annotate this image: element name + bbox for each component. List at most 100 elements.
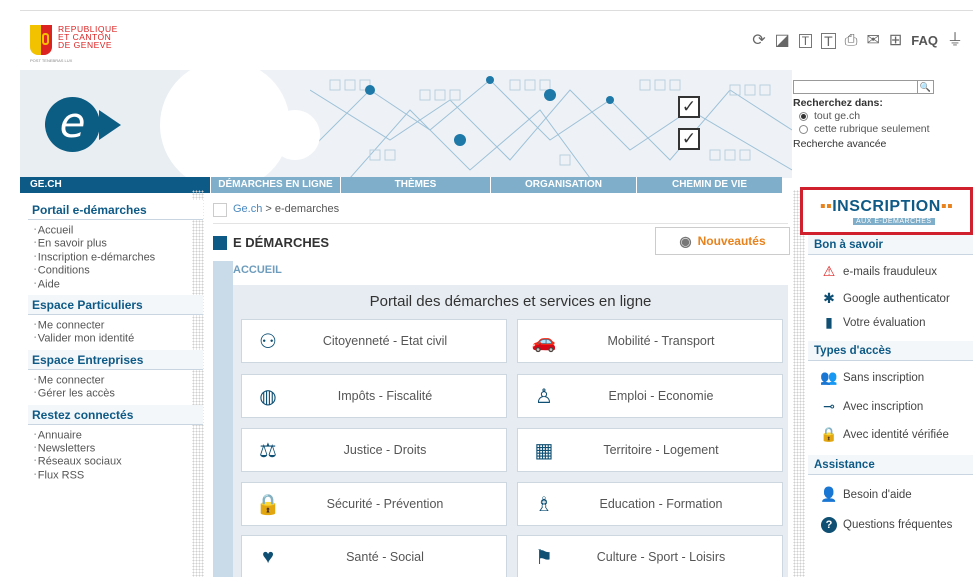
card-emploi[interactable]: ♙ Emploi - Economie	[517, 374, 783, 418]
sidebar-item-me-connecter-ent[interactable]: Me connecter	[28, 374, 203, 387]
sidebar-section-portail[interactable]: Portail e-démarches	[28, 200, 203, 220]
citizenship-icon: ⚇	[259, 330, 277, 353]
card-territoire[interactable]: ▦ Territoire - Logement	[517, 428, 783, 472]
services-panel: Portail des démarches et services en lig…	[233, 285, 788, 577]
e-logo: e	[45, 97, 100, 152]
section-bar	[213, 261, 233, 577]
link-emails-frauduleux[interactable]: ⚠ e-mails frauduleux	[815, 263, 937, 280]
banner: e ✓ ✓	[20, 70, 792, 178]
card-citoyennete[interactable]: ⚇ Citoyenneté - Etat civil	[241, 319, 507, 363]
sidebar-section-particuliers[interactable]: Espace Particuliers	[28, 295, 203, 316]
edit-icon[interactable]: ◪	[775, 33, 790, 49]
sidebar-item-gerer-acces[interactable]: Gérer les accès	[28, 387, 203, 400]
card-impots[interactable]: ◍ Impôts - Fiscalité	[241, 374, 507, 418]
news-button[interactable]: ◉ Nouveautés	[655, 227, 790, 255]
types-acces-heading: Types d'accès	[808, 341, 973, 361]
card-mobilite[interactable]: 🚗 Mobilité - Transport	[517, 319, 783, 363]
runner-icon: ⚑	[535, 546, 553, 569]
link-avec-inscription[interactable]: ⊸ Avec inscription	[815, 398, 923, 415]
card-education[interactable]: ♗ Education - Formation	[517, 482, 783, 526]
nav-chemin-de-vie[interactable]: CHEMIN DE VIE	[636, 177, 782, 193]
card-culture[interactable]: ⚑ Culture - Sport - Loisirs	[517, 535, 783, 577]
sidebar-item-flux-rss[interactable]: Flux RSS	[28, 469, 203, 482]
breadcrumb-current: e-demarches	[274, 203, 340, 215]
lock-icon: 🔒	[255, 493, 281, 516]
banner-pattern	[310, 76, 792, 178]
accessibility-icon[interactable]: ⏚	[947, 33, 963, 49]
question-icon: ?	[821, 517, 837, 533]
banner-decor-small	[270, 110, 320, 160]
key-icon: ⊸	[823, 398, 835, 414]
sidebar-item-en-savoir-plus[interactable]: En savoir plus	[28, 237, 203, 250]
scope-radio-all[interactable]: tout ge.ch	[799, 110, 973, 122]
link-evaluation[interactable]: ▮ Votre évaluation	[815, 314, 925, 331]
link-besoin-aide[interactable]: 👤 Besoin d'aide	[815, 486, 911, 503]
sidebar-item-annuaire[interactable]: Annuaire	[28, 429, 203, 442]
inscription-banner[interactable]: ▪▪INSCRIPTION▪▪ AUX E-DÉMARCHES	[800, 187, 973, 235]
sidebar-section-entreprises[interactable]: Espace Entreprises	[28, 349, 203, 370]
sidebar-item-me-connecter[interactable]: Me connecter	[28, 319, 203, 332]
bar-chart-icon: ▮	[825, 314, 833, 330]
bon-a-savoir-heading: Bon à savoir	[808, 235, 973, 255]
nav-themes[interactable]: THÈMES	[340, 177, 490, 193]
share-icon[interactable]: ⟳	[752, 33, 765, 49]
print-icon[interactable]: ⎙	[845, 33, 858, 49]
sidebar-item-aide[interactable]: Aide	[28, 278, 203, 291]
text-small-icon[interactable]: T	[798, 34, 813, 48]
sidebar-section-restez-connectes[interactable]: Restez connectés	[28, 404, 203, 425]
breadcrumb-icon	[213, 203, 227, 217]
users-icon: 👥	[820, 369, 838, 385]
building-icon: ▦	[534, 439, 554, 462]
geneva-crest-icon	[30, 25, 52, 55]
sitemap-icon[interactable]: ⊞	[889, 33, 902, 49]
scales-icon: ⚖	[259, 439, 277, 462]
checkbox-icon: ✓	[678, 128, 700, 150]
advanced-search-link[interactable]: Recherche avancée	[793, 138, 973, 150]
nav-home[interactable]: GE.CH	[20, 177, 210, 193]
link-sans-inscription[interactable]: 👥 Sans inscription	[815, 369, 924, 386]
car-icon: 🚗	[531, 330, 557, 353]
e-logo-arrow	[99, 110, 121, 140]
divider-pattern	[793, 190, 805, 577]
sidebar-item-reseaux-sociaux[interactable]: Réseaux sociaux	[28, 455, 203, 468]
sidebar-item-accueil[interactable]: Accueil	[28, 224, 203, 237]
logo-motto: POST TENEBRAS LUX	[30, 58, 73, 63]
page-title: E DÉMARCHES	[213, 235, 329, 250]
mail-icon[interactable]: ✉	[866, 33, 879, 49]
link-questions-frequentes[interactable]: ? Questions fréquentes	[815, 517, 952, 533]
breadcrumb: Ge.ch > e-demarches	[233, 203, 340, 215]
nav-organisation[interactable]: ORGANISATION	[490, 177, 636, 193]
card-securite[interactable]: 🔒 Sécurité - Prévention	[241, 482, 507, 526]
search-panel: 🔍 Recherchez dans: tout ge.ch cette rubr…	[793, 80, 973, 150]
main-content: Ge.ch > e-demarches E DÉMARCHES ◉ Nouvea…	[213, 195, 793, 577]
breadcrumb-home[interactable]: Ge.ch	[233, 203, 262, 215]
sidebar-item-valider-identite[interactable]: Valider mon identité	[28, 332, 203, 345]
sidebar-item-inscription[interactable]: Inscription e-démarches	[28, 251, 203, 264]
search-scope-label: Recherchez dans:	[793, 97, 883, 109]
panel-title: Portail des démarches et services en lig…	[369, 293, 652, 310]
text-large-icon[interactable]: T	[821, 33, 836, 49]
worker-icon: ♙	[535, 385, 553, 408]
assistance-heading: Assistance	[808, 455, 973, 475]
lock-icon: 🔒	[820, 426, 838, 442]
inscription-title: ▪▪INSCRIPTION▪▪	[819, 198, 954, 215]
nav-demarches[interactable]: DÉMARCHES EN LIGNE	[210, 177, 340, 193]
main-nav: GE.CH DÉMARCHES EN LIGNE THÈMES ORGANISA…	[20, 177, 792, 193]
inscription-subtitle: AUX E-DÉMARCHES	[853, 218, 935, 225]
warning-icon: ⚠	[822, 263, 836, 279]
toolbar: ⟳ ◪ T T ⎙ ✉ ⊞ FAQ ⏚	[752, 33, 963, 49]
logo-text: REPUBLIQUE ET CANTON DE GENEVE	[58, 24, 118, 50]
link-google-authenticator[interactable]: ✱ Google authenticator	[815, 290, 950, 307]
card-justice[interactable]: ⚖ Justice - Droits	[241, 428, 507, 472]
search-icon[interactable]: 🔍	[918, 80, 934, 94]
geneva-logo[interactable]: REPUBLIQUE ET CANTON DE GENEVE	[30, 25, 118, 55]
sidebar-item-newsletters[interactable]: Newsletters	[28, 442, 203, 455]
scope-radio-section[interactable]: cette rubrique seulement	[799, 123, 973, 135]
left-sidebar: Portail e-démarches Accueil En savoir pl…	[28, 200, 203, 482]
faq-link[interactable]: FAQ	[911, 33, 938, 49]
card-sante[interactable]: ♥ Santé - Social	[241, 535, 507, 577]
link-identite-verifiee[interactable]: 🔒 Avec identité vérifiée	[815, 426, 949, 443]
checkbox-icon: ✓	[678, 96, 700, 118]
search-input[interactable]	[793, 80, 918, 94]
sidebar-item-conditions[interactable]: Conditions	[28, 264, 203, 277]
